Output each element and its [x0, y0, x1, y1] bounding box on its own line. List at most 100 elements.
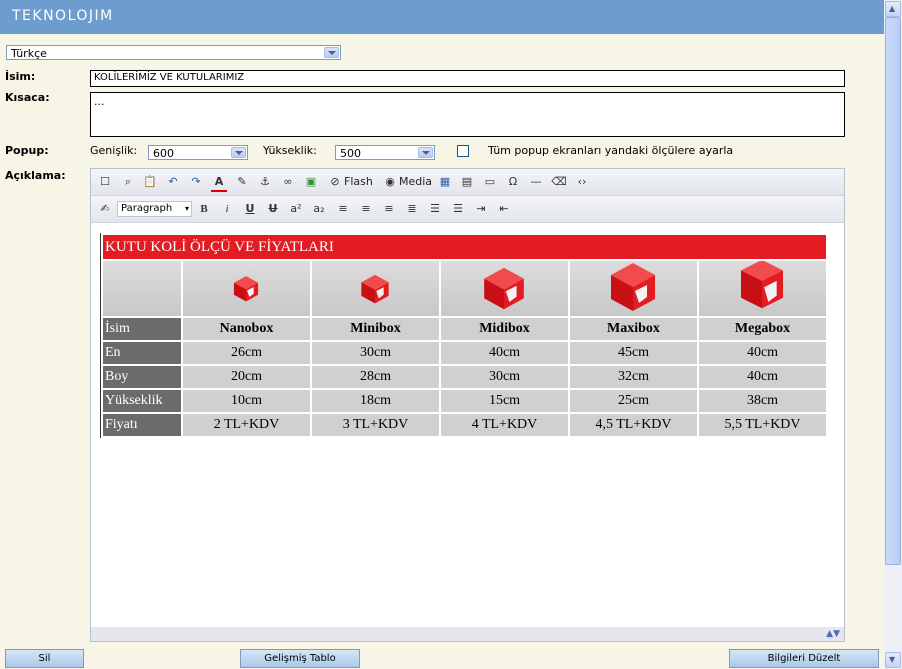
table-corner-cell: [103, 261, 181, 316]
boy-cell: 28cm: [312, 366, 439, 388]
yukseklik-label: Yükseklik:: [263, 144, 317, 157]
yukseklik-cell: 15cm: [441, 390, 568, 412]
flash-icon[interactable]: ⊘: [327, 174, 343, 190]
language-select[interactable]: Türkçe: [6, 45, 341, 60]
en-cell: 40cm: [441, 342, 568, 364]
scroll-up-button[interactable]: ▲: [885, 1, 901, 17]
flash-button-label[interactable]: Flash: [344, 175, 373, 188]
popup-label: Popup:: [5, 144, 49, 157]
table-edit-icon[interactable]: ▤: [459, 174, 475, 190]
minibox-image: [312, 261, 439, 316]
row-header-en: En: [103, 342, 181, 364]
row-header-boy: Boy: [103, 366, 181, 388]
product-name-cell: Nanobox: [183, 318, 310, 340]
boy-cell: 30cm: [441, 366, 568, 388]
chevron-down-icon: ▾: [184, 204, 189, 213]
gelismis-tablo-button[interactable]: Gelişmiş Tablo: [240, 649, 360, 668]
editor-toolbar-row-1: ☐ ⌕ 📋 ↶ ↷ A ✎ ⚓ ∞ ▣ ⊘ Flash ◉ Media ▦ ▤ …: [91, 169, 844, 196]
align-right-icon[interactable]: ≡: [381, 201, 397, 217]
format-select[interactable]: Paragraph ▾: [117, 201, 192, 217]
superscript-icon[interactable]: a²: [288, 201, 304, 217]
genislik-select-value: 600: [153, 147, 174, 160]
product-name-cell: Megabox: [699, 318, 826, 340]
kisaca-textarea[interactable]: ...: [90, 92, 845, 137]
yukseklik-cell: 18cm: [312, 390, 439, 412]
genislik-select[interactable]: 600: [148, 145, 248, 160]
bilgileri-duzelt-button[interactable]: Bilgileri Düzelt: [729, 649, 879, 668]
app-window: TEKNOLOJIM Türkçe İsim: KOLİLERİMİZ VE K…: [0, 0, 884, 669]
fiyat-cell: 2 TL+KDV: [183, 414, 310, 436]
edit-icon[interactable]: ✍: [97, 201, 113, 217]
unordered-list-icon[interactable]: ☰: [450, 201, 466, 217]
aciklama-label: Açıklama:: [5, 169, 66, 182]
row-header-isim: İsim: [103, 318, 181, 340]
maxibox-image: [570, 261, 697, 316]
en-cell: 30cm: [312, 342, 439, 364]
strikethrough-icon[interactable]: U: [265, 201, 281, 217]
boy-cell: 32cm: [570, 366, 697, 388]
yukseklik-cell: 38cm: [699, 390, 826, 412]
vertical-scrollbar[interactable]: ▲ ▼: [884, 0, 902, 669]
editor-toolbar-row-2: ✍ Paragraph ▾ B i U U a² a₂ ≡ ≡ ≡ ≣ ☰ ☰ …: [91, 196, 844, 223]
underline-icon[interactable]: U: [242, 201, 258, 217]
special-char-icon[interactable]: Ω: [505, 174, 521, 190]
yukseklik-cell: 10cm: [183, 390, 310, 412]
scroll-thumb[interactable]: [885, 17, 901, 565]
indent-icon[interactable]: ⇥: [473, 201, 489, 217]
en-cell: 40cm: [699, 342, 826, 364]
html-source-icon[interactable]: ‹›: [574, 174, 590, 190]
layer-icon[interactable]: ▭: [482, 174, 498, 190]
row-header-fiyat: Fiyatı: [103, 414, 181, 436]
product-name-cell: Minibox: [312, 318, 439, 340]
eraser-icon[interactable]: ⌫: [551, 174, 567, 190]
fiyat-cell: 5,5 TL+KDV: [699, 414, 826, 436]
product-name-cell: Maxibox: [570, 318, 697, 340]
scroll-down-button[interactable]: ▼: [885, 652, 901, 668]
anchor-icon[interactable]: ⚓: [257, 174, 273, 190]
format-select-value: Paragraph: [121, 203, 173, 214]
align-justify-icon[interactable]: ≣: [404, 201, 420, 217]
isim-label: İsim:: [5, 70, 36, 83]
box-icon: [611, 263, 655, 311]
redo-icon[interactable]: ↷: [188, 174, 204, 190]
align-left-icon[interactable]: ≡: [335, 201, 351, 217]
italic-icon[interactable]: i: [219, 201, 235, 217]
yukseklik-cell: 25cm: [570, 390, 697, 412]
genislik-label: Genişlik:: [90, 144, 138, 157]
media-icon[interactable]: ◉: [382, 174, 398, 190]
nanobox-image: [183, 261, 310, 316]
image-icon[interactable]: ▣: [303, 174, 319, 190]
paste-icon[interactable]: 📋: [142, 174, 158, 190]
align-center-icon[interactable]: ≡: [358, 201, 374, 217]
kisaca-label: Kısaca:: [5, 91, 50, 104]
box-icon: [361, 274, 389, 304]
table-icon[interactable]: ▦: [437, 174, 453, 190]
all-popup-label: Tüm popup ekranları yandaki ölçülere aya…: [488, 144, 734, 157]
horizontal-rule-icon[interactable]: —: [528, 174, 544, 190]
link-icon[interactable]: ∞: [280, 174, 296, 190]
yukseklik-select[interactable]: 500: [335, 145, 435, 160]
media-button-label[interactable]: Media: [399, 175, 432, 188]
product-name-cell: Midibox: [441, 318, 568, 340]
en-cell: 45cm: [570, 342, 697, 364]
undo-icon[interactable]: ↶: [165, 174, 181, 190]
outdent-icon[interactable]: ⇤: [496, 201, 512, 217]
row-header-yukseklik: Yükseklik: [103, 390, 181, 412]
bold-icon[interactable]: B: [196, 201, 212, 217]
background-color-icon[interactable]: ✎: [234, 174, 250, 190]
language-select-value: Türkçe: [11, 47, 47, 60]
isim-input[interactable]: KOLİLERİMİZ VE KUTULARIMIZ: [90, 70, 845, 87]
new-document-icon[interactable]: ☐: [97, 174, 113, 190]
resize-handle-icon[interactable]: ▲▼: [826, 627, 840, 641]
subscript-icon[interactable]: a₂: [311, 201, 327, 217]
sil-button[interactable]: Sil: [5, 649, 84, 668]
boy-cell: 40cm: [699, 366, 826, 388]
all-popup-checkbox[interactable]: [457, 145, 469, 157]
editor-statusbar: ▲▼: [91, 627, 844, 641]
editor-content-area[interactable]: KUTU KOLİ ÖLÇÜ VE FİYATLARI İsim Nanobox…: [91, 223, 844, 627]
text-color-icon[interactable]: A: [211, 174, 227, 192]
ordered-list-icon[interactable]: ☰: [427, 201, 443, 217]
find-icon[interactable]: ⌕: [120, 174, 136, 190]
chevron-down-icon: [418, 147, 433, 158]
fiyat-cell: 4,5 TL+KDV: [570, 414, 697, 436]
